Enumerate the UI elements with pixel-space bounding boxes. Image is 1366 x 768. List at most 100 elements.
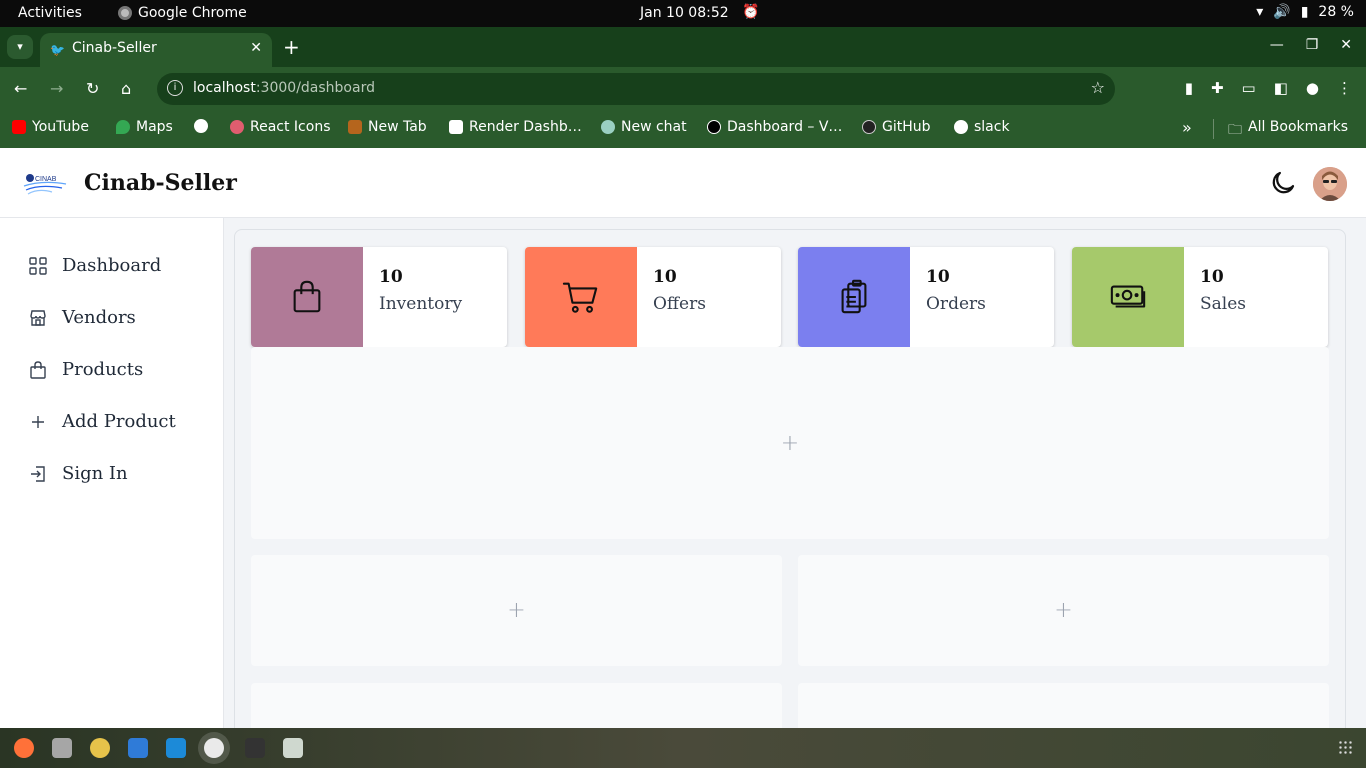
window-controls: — ❐ ✕ [1270, 37, 1352, 53]
shopping-bag-icon [293, 280, 321, 313]
sidebar-item-label: Vendors [62, 307, 136, 328]
cast-icon[interactable]: ▭ [1242, 79, 1256, 97]
new-tab-icon [348, 120, 362, 134]
clock[interactable]: Jan 10 08:52 [640, 5, 729, 21]
profile-icon[interactable]: ● [1306, 79, 1319, 97]
stat-count: 10 [653, 267, 677, 287]
placeholder-panel-left[interactable]: + [251, 555, 782, 666]
battery-level: 28 % [1318, 4, 1354, 20]
globe-icon [954, 120, 968, 134]
bookmark-react-icons[interactable]: React Icons [230, 119, 331, 135]
bookmark-globe[interactable] [194, 119, 208, 133]
stat-card-swatch [1072, 247, 1184, 347]
placeholder-panel-wide[interactable]: + [251, 347, 1329, 539]
show-apps-icon[interactable] [1338, 740, 1352, 754]
app-menu[interactable]: Google Chrome [118, 5, 247, 21]
bookmark-dashboard[interactable]: Dashboard – V… [707, 119, 842, 135]
tab-cinab-seller[interactable]: 🐦 Cinab-Seller ✕ [40, 33, 272, 67]
text-editor-icon[interactable] [128, 738, 148, 758]
clipboard-list-icon [841, 279, 867, 314]
maps-icon [116, 120, 130, 134]
sidebar-item-add-product[interactable]: Add Product [28, 411, 176, 432]
volume-icon: 🔊 [1273, 4, 1291, 20]
react-icons-icon [230, 120, 244, 134]
chrome-dock-icon[interactable] [204, 738, 224, 758]
app-title: Cinab-Seller [84, 170, 237, 196]
tab-title: Cinab-Seller [72, 40, 157, 56]
activities-button[interactable]: Activities [18, 5, 82, 21]
dark-mode-toggle-icon[interactable] [1268, 168, 1298, 198]
banknote-icon [1110, 285, 1146, 308]
home-icon[interactable]: ⌂ [121, 79, 131, 98]
bookmark-star-icon[interactable]: ☆ [1091, 78, 1105, 97]
bookmark-slack[interactable]: slack [954, 119, 1010, 135]
more-bookmarks-icon[interactable]: » [1182, 118, 1192, 137]
extension-docs-icon[interactable]: ▮ [1185, 79, 1193, 97]
bookmark-youtube[interactable]: YouTube [12, 119, 89, 135]
firefox-icon[interactable] [14, 738, 34, 758]
tab-search-button[interactable]: ▾ [7, 35, 33, 59]
url-text[interactable]: localhost:3000/dashboard [193, 80, 375, 96]
extensions-puzzle-icon[interactable]: ✚ [1211, 79, 1224, 97]
user-avatar[interactable] [1313, 167, 1347, 201]
stat-card-offers[interactable]: 10 Offers [525, 247, 781, 347]
dock [0, 728, 1366, 768]
app-name: Google Chrome [138, 5, 247, 21]
side-panel-icon[interactable]: ◧ [1274, 79, 1288, 97]
restore-icon[interactable]: ❐ [1306, 37, 1319, 53]
bookmarks-bar: YouTube Maps React Icons New Tab Render … [0, 111, 1366, 148]
sidebar-item-vendors[interactable]: Vendors [28, 307, 136, 328]
bookmark-github[interactable]: GitHub [862, 119, 931, 135]
files-icon[interactable] [52, 738, 72, 758]
bookmark-render[interactable]: Render Dashb… [449, 119, 582, 135]
stat-card-sales[interactable]: 10 Sales [1072, 247, 1328, 347]
rhythmbox-icon[interactable] [90, 738, 110, 758]
chrome-menu-icon[interactable]: ⋮ [1337, 79, 1352, 97]
browser-toolbar: ← → ↻ ⌂ i localhost:3000/dashboard ☆ ▮ ✚… [0, 67, 1366, 111]
new-tab-button[interactable]: + [283, 35, 300, 59]
all-bookmarks-button[interactable]: 🗀 All Bookmarks [1228, 119, 1348, 143]
plus-icon [32, 415, 44, 428]
forward-icon[interactable]: → [50, 79, 63, 98]
stat-card-swatch [798, 247, 910, 347]
close-window-icon[interactable]: ✕ [1340, 37, 1352, 53]
sidebar-item-label: Products [62, 359, 144, 380]
stat-label: Orders [926, 294, 986, 314]
sidebar-item-sign-in[interactable]: Sign In [28, 463, 128, 484]
reload-icon[interactable]: ↻ [86, 79, 99, 98]
bookmark-maps[interactable]: Maps [116, 119, 173, 135]
stat-label: Offers [653, 294, 706, 314]
back-icon[interactable]: ← [14, 79, 27, 98]
cinab-logo[interactable]: CINAB [22, 170, 68, 198]
sidebar-item-dashboard[interactable]: Dashboard [28, 255, 161, 276]
folder-icon: 🗀 [1228, 122, 1242, 138]
add-widget-icon: + [780, 430, 800, 456]
address-bar[interactable]: i localhost:3000/dashboard ☆ [157, 73, 1115, 105]
vscode-icon[interactable] [166, 738, 186, 758]
terminal-icon[interactable] [245, 738, 265, 758]
stat-label: Inventory [379, 294, 463, 314]
stat-count: 10 [379, 267, 403, 287]
stat-card-orders[interactable]: 10 Orders [798, 247, 1054, 347]
stat-card-inventory[interactable]: 10 Inventory [251, 247, 507, 347]
shopping-bag-icon [30, 360, 46, 379]
bookmarks-divider [1213, 119, 1214, 139]
bookmark-new-tab[interactable]: New Tab [348, 119, 427, 135]
sidebar-item-label: Add Product [62, 411, 176, 432]
sign-in-icon [31, 465, 45, 482]
system-tray[interactable]: ▾ 🔊 ▮ 28 % [1256, 4, 1354, 20]
stat-card-swatch [251, 247, 363, 347]
trash-icon[interactable] [283, 738, 303, 758]
minimize-icon[interactable]: — [1270, 37, 1284, 53]
placeholder-panel-right[interactable]: + [798, 555, 1329, 666]
close-tab-icon[interactable]: ✕ [250, 40, 262, 56]
site-info-icon[interactable]: i [167, 80, 183, 96]
alarm-icon: ⏰ [742, 4, 760, 20]
bookmark-new-chat[interactable]: New chat [601, 119, 687, 135]
globe-icon [194, 119, 208, 133]
store-icon [30, 309, 46, 326]
sidebar-item-products[interactable]: Products [28, 359, 143, 380]
youtube-icon [12, 120, 26, 134]
stat-count: 10 [1200, 267, 1224, 287]
vercel-icon [707, 120, 721, 134]
